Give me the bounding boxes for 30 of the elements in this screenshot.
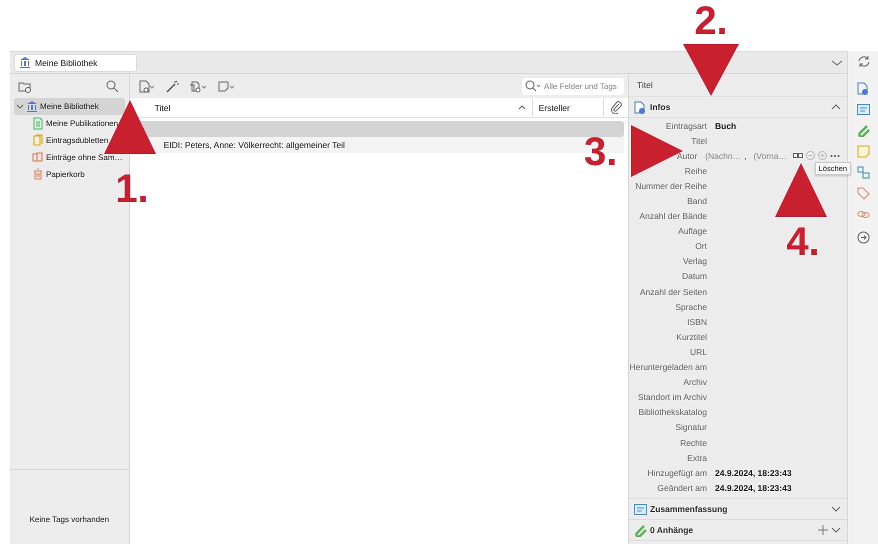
field-label: ISBN <box>686 316 707 327</box>
field-label: Ort <box>694 241 707 252</box>
field-label: Archiv <box>682 377 707 388</box>
comma-text: , <box>744 150 746 161</box>
field-label: Bibliothekskatalog <box>637 407 707 418</box>
field-label: Auflage <box>677 226 707 236</box>
field-label: Hinzugefügt am <box>646 468 707 478</box>
tag-pane-message: Keine Tags vorhanden <box>30 514 110 524</box>
field-label: Signatur <box>674 422 707 432</box>
field-label: Kurztitel <box>675 332 707 342</box>
annotation-number: 2. <box>694 4 728 38</box>
field-label: Datum <box>680 271 707 282</box>
field-label: Rechte <box>679 438 707 448</box>
field-label: Verlag <box>682 256 707 266</box>
annotation-number: 4. <box>786 225 820 259</box>
field-label: Reihe <box>684 166 707 176</box>
field-label: Titel <box>690 136 707 146</box>
field-label: Standort im Archiv <box>637 392 707 402</box>
field-label: Heruntergeladen am <box>629 362 707 372</box>
field-label: Anzahl der Seiten <box>638 286 707 297</box>
field-label: Sprache <box>674 302 707 312</box>
annotation-number: 1. <box>115 172 149 206</box>
field-label: Geändert am <box>656 482 707 493</box>
field-label: Nummer der Reihe <box>634 180 707 191</box>
field-label: Eintragsart <box>664 120 707 131</box>
field-label: Extra <box>686 452 707 463</box>
field-label: Band <box>686 196 707 206</box>
field-label: Anzahl der Bände <box>638 211 707 222</box>
field-label: URL <box>688 346 707 357</box>
field-label: Autor <box>676 150 698 161</box>
